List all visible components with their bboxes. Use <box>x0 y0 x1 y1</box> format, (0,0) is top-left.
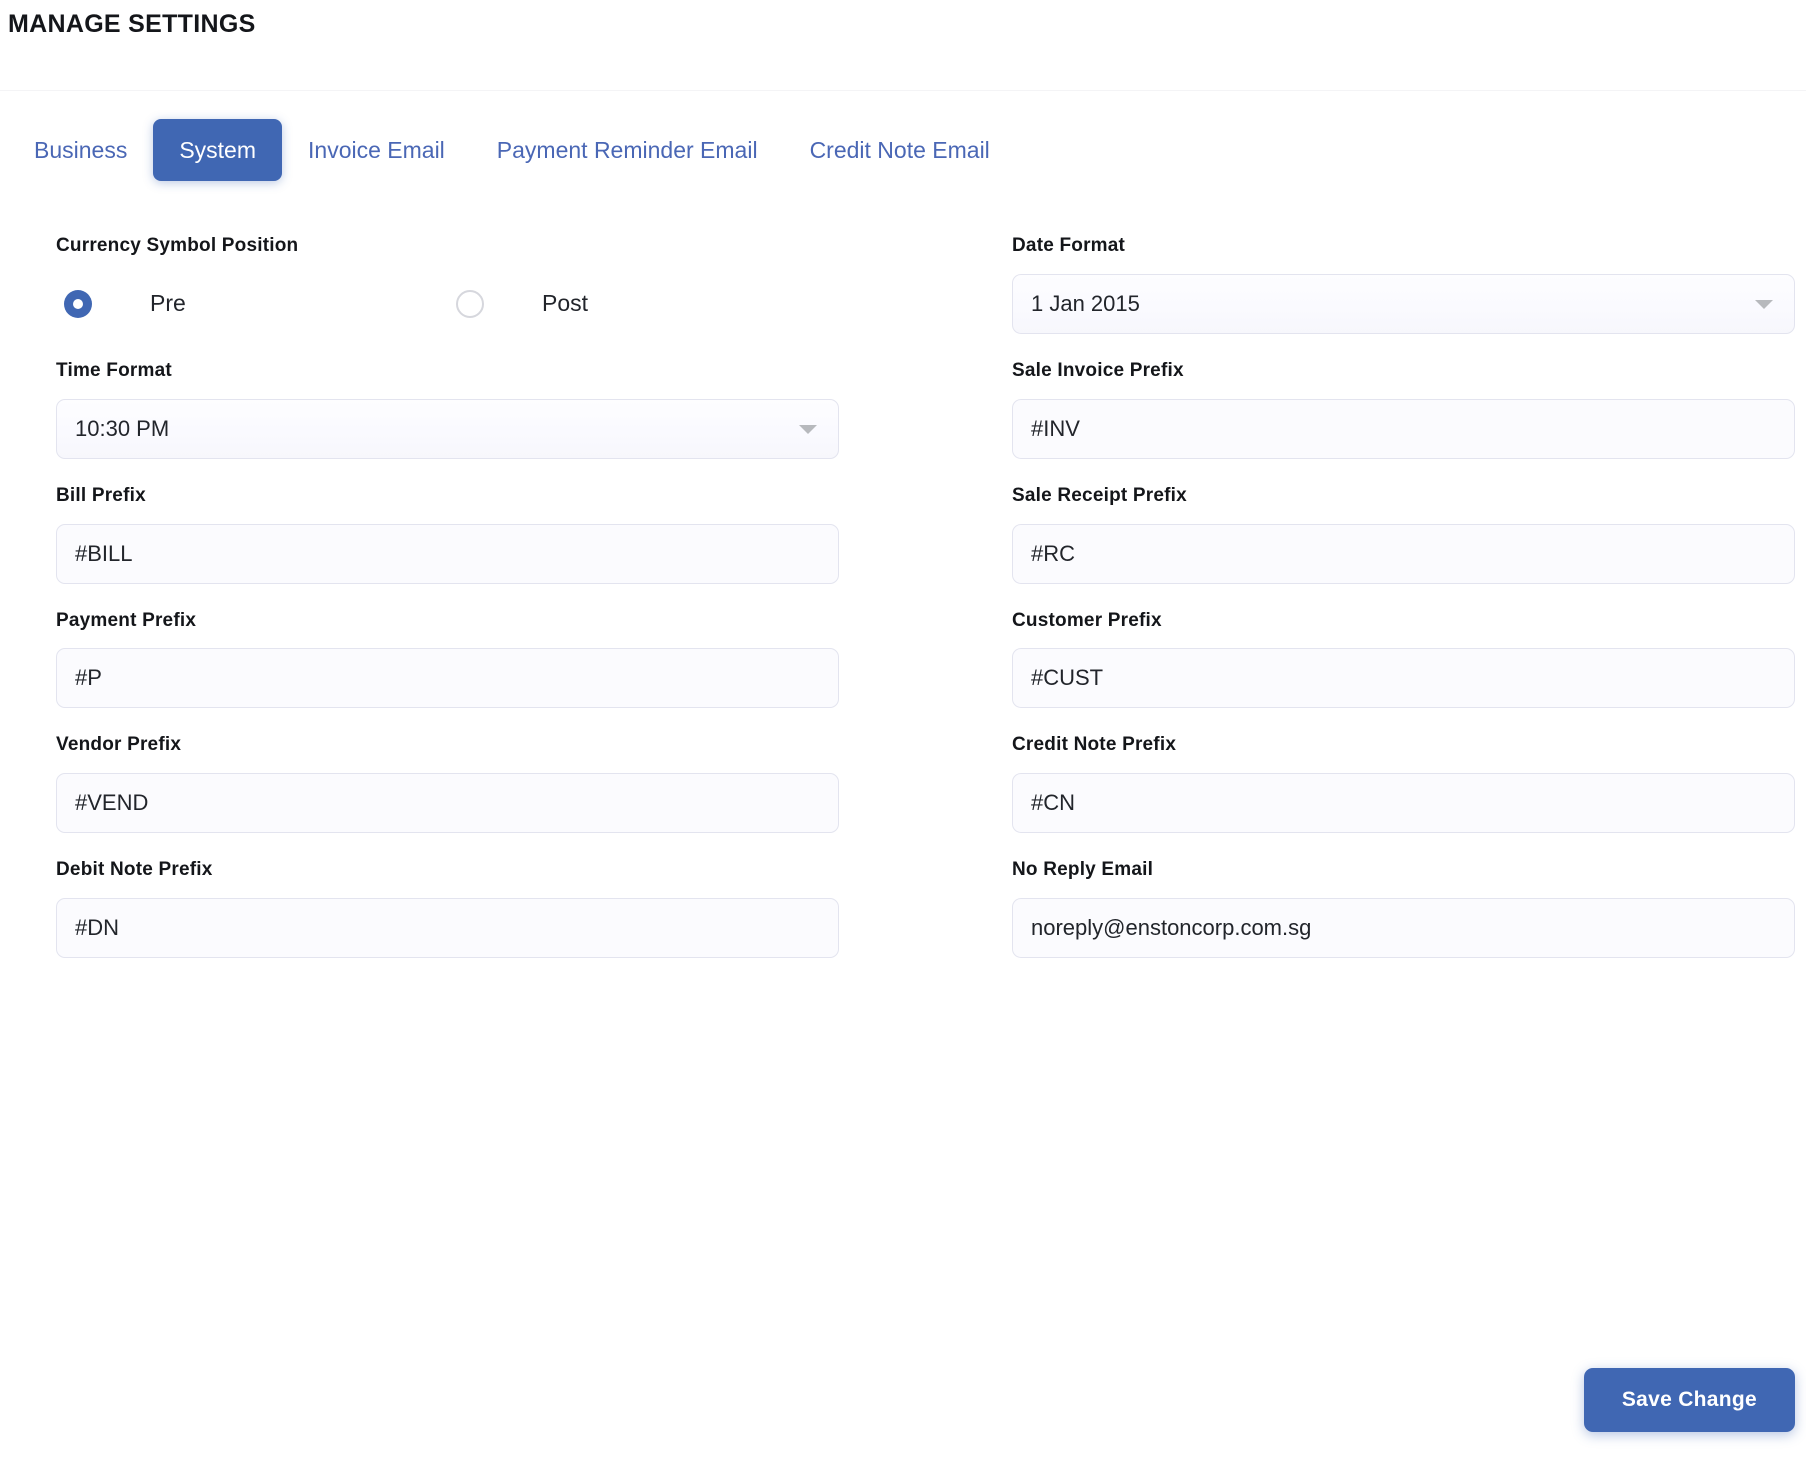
page-title: MANAGE SETTINGS <box>8 10 256 38</box>
radio-option-post[interactable]: Post <box>448 289 589 318</box>
tab-payment-reminder-email[interactable]: Payment Reminder Email <box>471 119 784 181</box>
customer-prefix-input[interactable] <box>1012 648 1795 709</box>
form-footer: Save Change <box>0 1330 1806 1470</box>
vendor-prefix-input[interactable] <box>56 773 839 834</box>
credit-note-prefix-input[interactable] <box>1012 773 1795 834</box>
settings-tab-bar: Business System Invoice Email Payment Re… <box>0 91 1806 182</box>
field-customer-prefix: Customer Prefix <box>1012 610 1795 709</box>
time-format-label: Time Format <box>56 359 172 381</box>
form-grid: Currency Symbol Position Pre Post Time F… <box>0 235 1806 984</box>
sale-invoice-prefix-label: Sale Invoice Prefix <box>1012 359 1184 381</box>
sale-receipt-prefix-label: Sale Receipt Prefix <box>1012 484 1187 506</box>
tab-business[interactable]: Business <box>8 119 153 181</box>
radio-pre-icon[interactable] <box>64 289 92 318</box>
radio-post-label: Post <box>542 290 589 317</box>
tab-system[interactable]: System <box>153 119 283 182</box>
tab-credit-note-email[interactable]: Credit Note Email <box>784 119 1016 181</box>
field-no-reply-email: No Reply Email <box>1012 859 1795 958</box>
credit-note-prefix-label: Credit Note Prefix <box>1012 734 1177 756</box>
currency-symbol-position-label: Currency Symbol Position <box>56 235 299 257</box>
radio-option-pre[interactable]: Pre <box>56 289 448 318</box>
radio-post-icon[interactable] <box>456 289 484 318</box>
field-sale-receipt-prefix: Sale Receipt Prefix <box>1012 485 1795 584</box>
vendor-prefix-label: Vendor Prefix <box>56 734 182 756</box>
page-header: MANAGE SETTINGS <box>0 0 1806 91</box>
tab-invoice-email[interactable]: Invoice Email <box>282 119 471 181</box>
date-format-select[interactable]: 1 Jan 2015 <box>1012 273 1795 334</box>
field-currency-symbol-position: Currency Symbol Position Pre Post <box>56 235 839 334</box>
sale-invoice-prefix-input[interactable] <box>1012 398 1795 459</box>
field-sale-invoice-prefix: Sale Invoice Prefix <box>1012 360 1795 459</box>
date-format-select-wrap: 1 Jan 2015 <box>1012 273 1795 334</box>
field-bill-prefix: Bill Prefix <box>56 485 839 584</box>
field-credit-note-prefix: Credit Note Prefix <box>1012 734 1795 834</box>
sale-receipt-prefix-input[interactable] <box>1012 523 1795 584</box>
debit-note-prefix-label: Debit Note Prefix <box>56 859 213 881</box>
system-settings-form: Currency Symbol Position Pre Post Time F… <box>0 181 1806 984</box>
no-reply-email-label: No Reply Email <box>1012 859 1154 881</box>
no-reply-email-input[interactable] <box>1012 897 1795 958</box>
field-payment-prefix: Payment Prefix <box>56 610 839 709</box>
field-vendor-prefix: Vendor Prefix <box>56 734 839 834</box>
manage-settings-page: MANAGE SETTINGS Business System Invoice … <box>0 0 1806 1470</box>
field-time-format: Time Format 10:30 PM <box>56 360 839 459</box>
bill-prefix-input[interactable] <box>56 523 839 584</box>
time-format-select[interactable]: 10:30 PM <box>56 398 839 459</box>
form-column-right: Date Format 1 Jan 2015 Sale Invoice Pref… <box>1012 235 1795 984</box>
field-date-format: Date Format 1 Jan 2015 <box>1012 235 1795 334</box>
debit-note-prefix-input[interactable] <box>56 897 839 958</box>
date-format-label: Date Format <box>1012 235 1126 257</box>
currency-symbol-position-radio-group: Pre Post <box>56 274 839 334</box>
form-column-left: Currency Symbol Position Pre Post Time F… <box>56 235 839 984</box>
customer-prefix-label: Customer Prefix <box>1012 609 1162 631</box>
time-format-select-wrap: 10:30 PM <box>56 398 839 459</box>
field-debit-note-prefix: Debit Note Prefix <box>56 859 839 958</box>
save-change-button[interactable]: Save Change <box>1583 1368 1795 1432</box>
radio-pre-label: Pre <box>150 290 186 317</box>
payment-prefix-input[interactable] <box>56 648 839 709</box>
bill-prefix-label: Bill Prefix <box>56 484 146 506</box>
payment-prefix-label: Payment Prefix <box>56 609 197 631</box>
